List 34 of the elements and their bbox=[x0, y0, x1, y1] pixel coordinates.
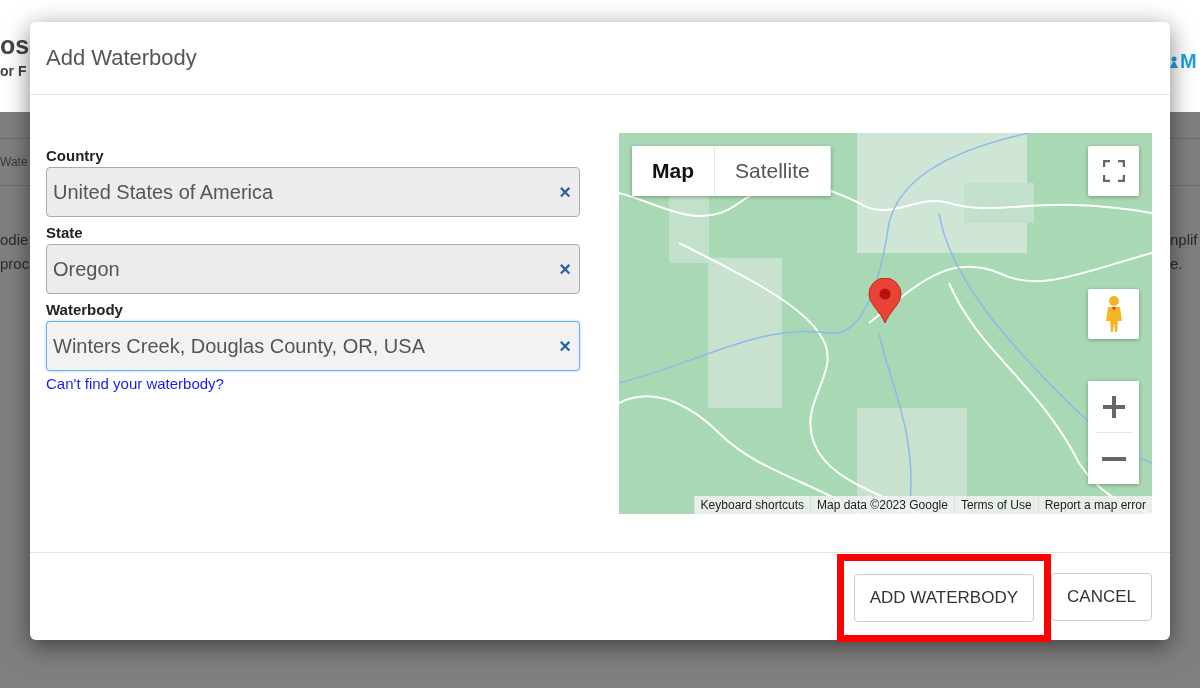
field-label: State bbox=[46, 224, 84, 241]
fullscreen-button[interactable] bbox=[1088, 146, 1139, 196]
plus-icon bbox=[1101, 394, 1126, 419]
text-fragment: odie bbox=[0, 230, 30, 250]
page-title-fragment: os bbox=[0, 30, 30, 60]
select-field[interactable]: United States of America × bbox=[46, 167, 580, 217]
attribution-link[interactable]: Terms of Use bbox=[953, 496, 1038, 514]
zoom-in-button[interactable] bbox=[1088, 381, 1139, 432]
field-label: Waterbody bbox=[46, 301, 124, 318]
dialog-button[interactable]: ADD WATERBODY bbox=[853, 573, 1035, 622]
text-fragment: e. bbox=[1170, 254, 1184, 274]
dialog-title: Add Waterbody bbox=[46, 45, 197, 71]
person-icon bbox=[1170, 55, 1178, 68]
attribution-link[interactable]: Map data ©2023 Google bbox=[810, 496, 954, 514]
minus-icon bbox=[1101, 456, 1126, 461]
clear-button[interactable]: × bbox=[559, 180, 571, 204]
text-fragment: nplif bbox=[1170, 230, 1199, 250]
attribution-link[interactable]: Keyboard shortcuts bbox=[693, 496, 810, 514]
zoom-out-button[interactable] bbox=[1088, 433, 1139, 484]
attribution-link[interactable]: Report a map error bbox=[1037, 496, 1152, 514]
dialog-button[interactable]: CANCEL bbox=[1051, 572, 1152, 621]
page-subtitle-fragment: or F bbox=[0, 62, 28, 81]
map-type-tab[interactable]: Map bbox=[632, 146, 715, 196]
text-fragment: proc bbox=[0, 254, 30, 274]
pegman-icon bbox=[1103, 295, 1124, 333]
field-label: Country bbox=[46, 147, 105, 164]
clear-button[interactable]: × bbox=[559, 334, 571, 358]
select-field[interactable]: Oregon × bbox=[46, 244, 580, 294]
fullscreen-icon bbox=[1102, 160, 1125, 182]
clear-button[interactable]: × bbox=[559, 257, 571, 281]
map-type-tab[interactable]: Satellite bbox=[715, 146, 831, 196]
map-marker-icon bbox=[868, 278, 902, 324]
help-link[interactable]: Can't find your waterbody? bbox=[46, 375, 580, 392]
select-field[interactable]: Winters Creek, Douglas County, OR, USA × bbox=[46, 321, 580, 371]
